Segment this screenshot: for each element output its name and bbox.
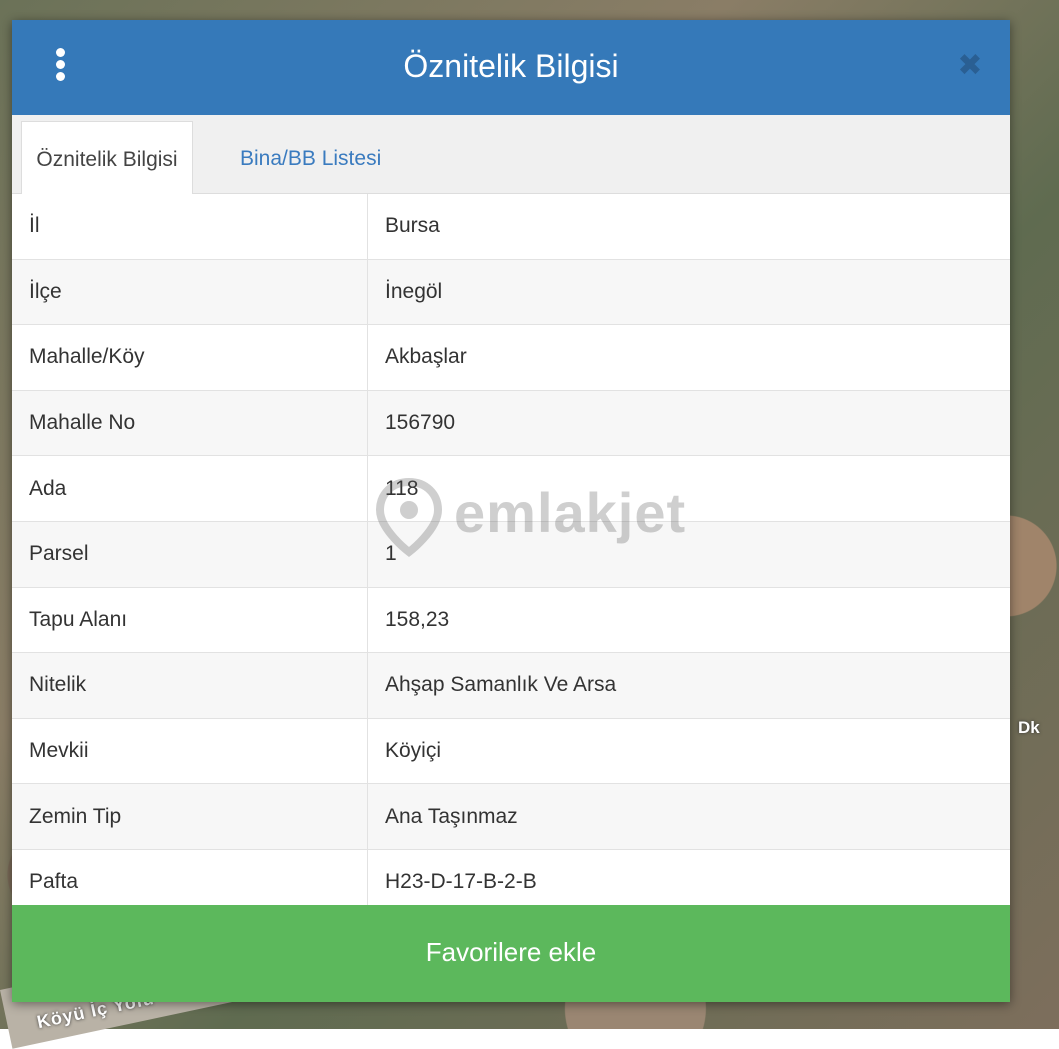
row-label: Nitelik: [12, 653, 368, 718]
tab-attribute-info[interactable]: Öznitelik Bilgisi: [21, 121, 193, 195]
attribute-info-dialog: Öznitelik Bilgisi ✖ Öznitelik Bilgisi Bi…: [12, 20, 1010, 1002]
row-value: Köyiçi: [385, 739, 442, 763]
row-label: Mevkii: [12, 718, 368, 784]
close-icon[interactable]: ✖: [954, 50, 986, 82]
vertical-ellipsis-icon[interactable]: [50, 48, 70, 88]
row-label: İlçe: [12, 259, 368, 325]
row-label: Zemin Tip: [12, 784, 368, 849]
row-value: 158,23: [385, 607, 450, 631]
row-label: Parsel: [12, 521, 368, 587]
row-label: Tapu Alanı: [12, 587, 368, 653]
row-label: Mahalle/Köy: [12, 325, 368, 390]
tab-bar: Öznitelik Bilgisi Bina/BB Listesi: [12, 115, 1010, 195]
row-value: Ahşap Samanlık Ve Arsa: [385, 673, 617, 697]
dialog-title: Öznitelik Bilgisi: [403, 48, 619, 84]
row-label: İl: [12, 194, 368, 259]
dialog-header: Öznitelik Bilgisi ✖: [12, 20, 1010, 115]
table-row: İlçe İnegöl: [12, 259, 1010, 326]
tab-building-list[interactable]: Bina/BB Listesi: [222, 121, 399, 193]
row-label: Mahalle No: [12, 390, 368, 456]
table-row: Zemin Tip Ana Taşınmaz: [12, 784, 1010, 850]
table-row: Nitelik Ahşap Samanlık Ve Arsa: [12, 653, 1010, 719]
row-value: Akbaşlar: [385, 345, 467, 369]
map-edge-label: Dk: [1018, 718, 1040, 737]
row-value: Ana Taşınmaz: [385, 804, 518, 828]
table-row: Parsel 1: [12, 521, 1010, 588]
table-row: Mahalle No 156790: [12, 390, 1010, 457]
row-value: 1: [385, 542, 397, 566]
attribute-table: İl Bursa İlçe İnegöl Mahalle/Köy Akbaşla…: [12, 194, 1010, 916]
row-value: 156790: [385, 411, 456, 435]
row-value: Bursa: [385, 214, 440, 238]
table-row: Ada 118: [12, 456, 1010, 522]
table-row: Mevkii Köyiçi: [12, 718, 1010, 785]
row-value: 118: [385, 476, 419, 500]
row-value: İnegöl: [385, 279, 443, 303]
table-row: İl Bursa: [12, 194, 1010, 260]
table-row: Tapu Alanı 158,23: [12, 587, 1010, 654]
table-row: Mahalle/Köy Akbaşlar: [12, 325, 1010, 391]
add-to-favorites-button[interactable]: Favorilere ekle: [12, 905, 1010, 1002]
row-label: Ada: [12, 456, 368, 521]
